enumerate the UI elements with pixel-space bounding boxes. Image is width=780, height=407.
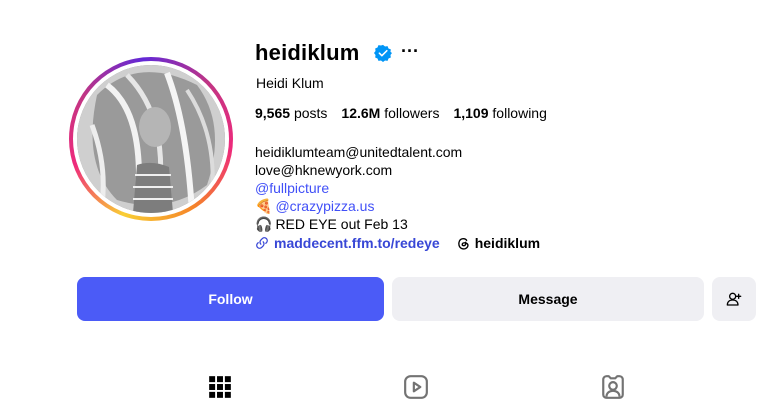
link-icon [256,237,268,249]
threads-handle: heidiklum [474,235,541,251]
following-label: following [492,105,547,121]
external-link[interactable]: maddecent.ffm.to/redeye [255,235,440,251]
followers-count: 12.6M [341,105,381,121]
bio: heidiklumteam@unitedtalent.com love@hkne… [255,143,462,233]
posts-count: 9,565 [255,105,291,121]
username: heidiklum [255,40,360,65]
bio-mention[interactable]: @fullpicture [255,179,462,197]
pizza-emoji: 🍕 [255,198,273,214]
message-button[interactable]: Message [392,277,704,321]
more-options-button[interactable]: ··· [401,41,419,62]
followers-label: followers [384,105,440,121]
following-stat[interactable]: 1,109 following [453,105,546,121]
grid-icon[interactable] [207,374,233,400]
avatar-story-ring[interactable] [69,57,233,221]
bio-line: love@hknewyork.com [255,162,393,178]
full-name: Heidi Klum [256,75,324,91]
following-count: 1,109 [453,105,489,121]
profile-links: maddecent.ffm.to/redeye heidiklum [255,235,540,251]
posts-stat: 9,565 posts [255,105,327,121]
avatar[interactable] [77,65,225,213]
profile-stats: 9,565 posts 12.6M followers 1,109 follow… [255,105,547,121]
avatar-ring-gap [73,61,229,217]
external-link-text: maddecent.ffm.to/redeye [274,235,440,251]
followers-stat[interactable]: 12.6M followers [341,105,439,121]
avatar-photo-graphic [77,65,225,213]
bio-line: heidiklumteam@unitedtalent.com [255,144,463,160]
posts-label: posts [293,105,328,121]
bio-text: RED EYE out Feb 13 [275,216,408,232]
reels-icon[interactable] [403,374,429,400]
bio-mention[interactable]: @crazypizza.us [275,197,374,215]
threads-link[interactable]: heidiklum [456,235,540,251]
follow-button[interactable]: Follow [77,277,384,321]
bio-line: 🎧 RED EYE out Feb 13 [255,215,462,233]
threads-icon [457,237,469,250]
tagged-icon[interactable] [600,374,626,400]
add-user-icon [726,292,742,306]
headphones-emoji: 🎧 [255,216,273,232]
suggested-accounts-button[interactable] [712,277,756,321]
verified-badge-icon [374,44,392,62]
bio-line: 🍕 @crazypizza.us [255,197,462,215]
